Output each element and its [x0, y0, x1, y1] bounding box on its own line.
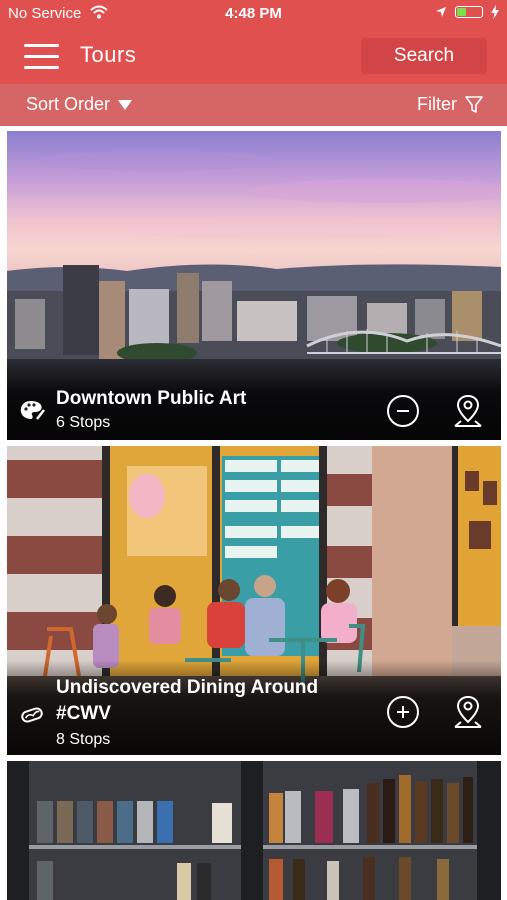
charging-bolt-icon	[491, 5, 499, 19]
location-arrow-icon	[436, 7, 446, 17]
sort-order-dropdown[interactable]: Sort Order	[26, 94, 133, 115]
tour-card[interactable]: Downtown Public Art 6 Stops	[7, 131, 501, 440]
status-right	[435, 5, 499, 19]
menu-icon-line	[24, 44, 59, 47]
add-tour-button[interactable]	[387, 696, 419, 728]
tour-stops: 8 Stops	[56, 731, 111, 748]
caret-down-icon	[118, 99, 133, 110]
tour-title-line: #CWV	[56, 703, 111, 724]
map-pin-button[interactable]	[451, 393, 485, 429]
tour-title-line: Undiscovered Dining Around	[56, 677, 319, 698]
sort-order-label: Sort Order	[26, 94, 111, 114]
search-button[interactable]: Search	[361, 38, 487, 74]
filter-label: Filter	[417, 94, 457, 114]
tour-photo-beverages	[7, 761, 501, 900]
map-pin-icon	[454, 695, 482, 728]
map-pin-icon	[454, 394, 482, 427]
tour-card[interactable]	[7, 761, 501, 900]
nav-bar: Tours Search	[0, 28, 507, 84]
page-title: Tours	[80, 42, 137, 67]
menu-icon-line	[24, 55, 59, 58]
minus-icon	[397, 410, 409, 412]
menu-button[interactable]	[24, 42, 60, 70]
menu-icon-line	[24, 66, 59, 69]
plus-icon	[397, 706, 409, 718]
tour-title: Downtown Public Art	[56, 388, 247, 409]
tour-title: Undiscovered Dining Around #CWV	[56, 675, 318, 727]
tour-card[interactable]: Undiscovered Dining Around #CWV 8 Stops	[7, 446, 501, 755]
remove-tour-button[interactable]	[387, 395, 419, 427]
filter-button[interactable]: Filter	[417, 94, 483, 115]
hotdog-icon	[21, 707, 43, 723]
tour-stops: 6 Stops	[56, 414, 111, 431]
battery-icon	[455, 6, 483, 18]
sort-filter-bar: Sort Order Filter	[0, 84, 507, 126]
palette-icon	[20, 401, 45, 420]
map-pin-button[interactable]	[451, 694, 485, 730]
status-time: 4:48 PM	[225, 5, 282, 22]
status-bar: No Service 4:48 PM	[0, 0, 507, 28]
funnel-icon	[465, 95, 483, 113]
